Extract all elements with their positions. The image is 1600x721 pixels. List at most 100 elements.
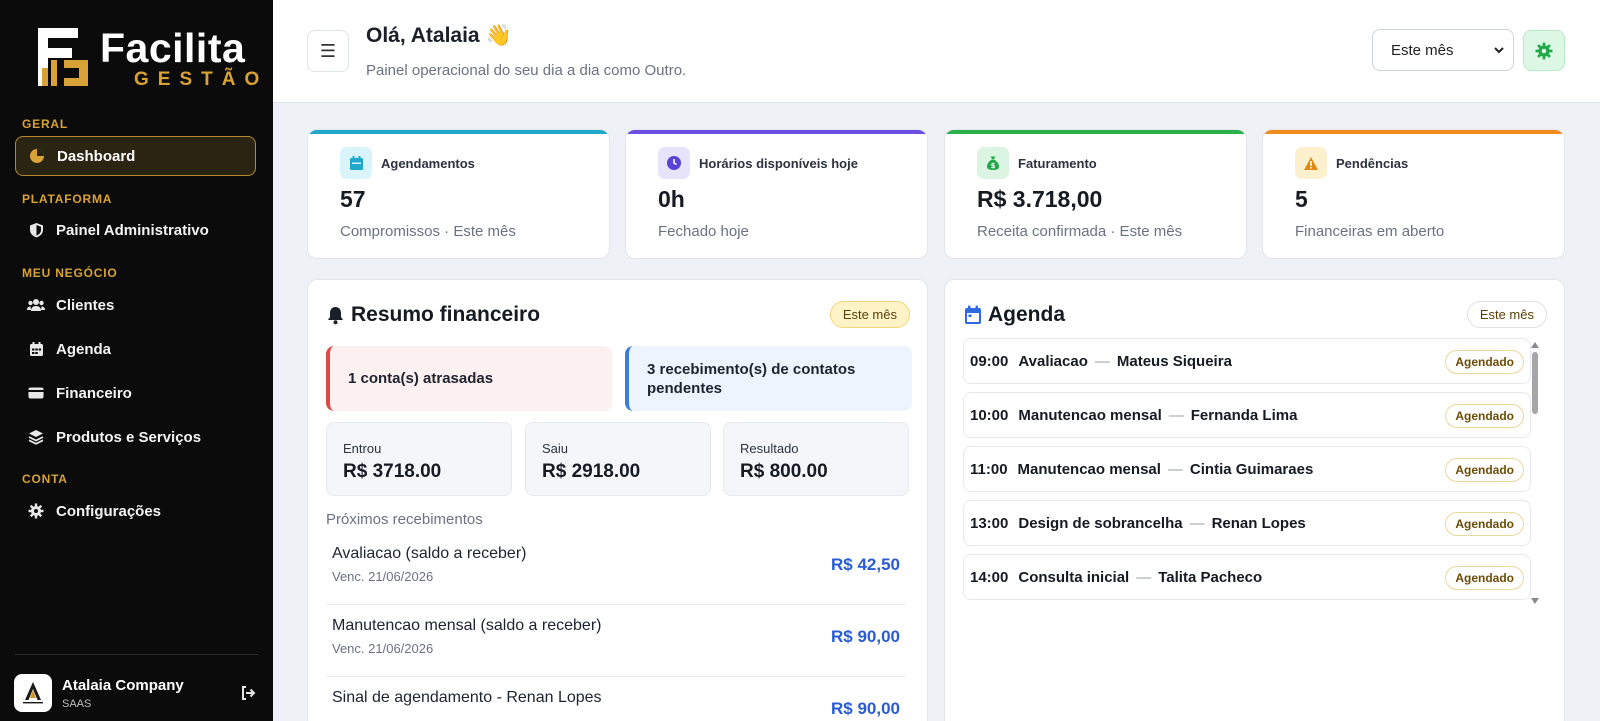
logout-icon[interactable] [238, 683, 258, 703]
stat-label: Horários disponíveis hoje [699, 156, 858, 171]
facilita-logo-icon [38, 28, 88, 86]
stat-subtext: Financeiras em aberto [1295, 223, 1445, 240]
finance-summary-panel: Resumo financeiro Este mês 1 conta(s) at… [307, 279, 928, 721]
agenda-item[interactable]: 11:00 Manutencao mensal — Cintia Guimara… [963, 446, 1531, 492]
stat-value: R$ 3.718,00 [977, 186, 1103, 212]
calendar-icon [27, 340, 45, 358]
svg-text:$: $ [991, 162, 996, 170]
agenda-item[interactable]: 13:00 Design de sobrancelha — Renan Lope… [963, 500, 1531, 546]
agenda-item[interactable]: 14:00 Consulta inicial — Talita Pacheco … [963, 554, 1531, 600]
status-badge: Agendado [1445, 350, 1524, 374]
agenda-service: Design de sobrancelha [1018, 514, 1183, 532]
bell-icon [326, 305, 345, 325]
sidebar-item-financeiro[interactable]: Financeiro [15, 373, 256, 413]
agenda-separator: — [1136, 568, 1152, 586]
brand-logo[interactable]: Facilita GESTÃO [30, 18, 259, 96]
gear-icon [1535, 42, 1553, 59]
agenda-separator: — [1168, 406, 1184, 424]
status-badge: Agendado [1445, 512, 1524, 536]
sidebar-item-agenda[interactable]: Agenda [15, 329, 256, 369]
menu-toggle-button[interactable]: ☰ [307, 30, 349, 72]
calendar-icon [340, 147, 372, 179]
agenda-period-badge: Este mês [1466, 301, 1547, 328]
stat-label: Faturamento [1018, 156, 1097, 171]
agenda-time: 11:00 [970, 460, 1008, 478]
sidebar-item-label: Configurações [56, 502, 162, 520]
period-select-value: Este mês [1391, 41, 1454, 59]
company-card[interactable]: Atalaia Company SAAS [14, 673, 258, 713]
receivable-item[interactable]: Avaliacao (saldo a receber) Venc. 21/06/… [326, 533, 906, 605]
receivable-amount: R$ 42,50 [831, 555, 900, 574]
stat-subtext: Fechado hoje [658, 223, 749, 240]
stat-accent-bar [626, 130, 927, 134]
overdue-alert[interactable]: 1 conta(s) atrasadas [326, 346, 612, 411]
agenda-scrollbar[interactable] [1531, 342, 1539, 604]
entrou-value: R$ 3718.00 [343, 461, 442, 482]
status-badge: Agendado [1445, 404, 1524, 428]
settings-button[interactable] [1523, 30, 1565, 71]
company-name: Atalaia Company [62, 676, 184, 694]
agenda-client: Talita Pacheco [1158, 568, 1263, 586]
stat-card-agendamentos: Agendamentos 57 Compromissos · Este mês [307, 129, 610, 259]
scroll-up-arrow-icon[interactable] [1531, 342, 1539, 348]
receivable-name: Avaliacao (saldo a receber) [332, 545, 527, 562]
sidebar-item-dashboard[interactable]: Dashboard [15, 136, 256, 176]
shield-icon [27, 221, 45, 239]
status-badge: Agendado [1445, 566, 1524, 590]
sidebar-item-label: Produtos e Serviços [56, 428, 202, 446]
agenda-time: 14:00 [970, 568, 1009, 586]
scrollbar-thumb[interactable] [1532, 352, 1538, 414]
section-label-plataforma: PLATAFORMA [22, 192, 113, 206]
stat-card-horarios: Horários disponíveis hoje 0h Fechado hoj… [625, 129, 928, 259]
agenda-time: 13:00 [970, 514, 1009, 532]
sidebar-item-label: Agenda [56, 340, 112, 358]
stat-accent-bar [1263, 130, 1564, 134]
stat-value: 0h [658, 186, 685, 212]
sidebar-item-configuracoes[interactable]: Configurações [15, 491, 256, 531]
scroll-down-arrow-icon[interactable] [1531, 598, 1539, 604]
agenda-client: Renan Lopes [1211, 514, 1306, 532]
period-select[interactable]: Este mês [1372, 29, 1514, 71]
stat-value: 57 [340, 186, 366, 212]
section-label-meu-negocio: MEU NEGÓCIO [22, 266, 118, 280]
money-bag-icon: $ [977, 147, 1009, 179]
saiu-label: Saiu [542, 441, 569, 456]
pie-chart-icon [28, 147, 46, 165]
sidebar-item-clientes[interactable]: Clientes [15, 285, 256, 325]
receivable-amount: R$ 90,00 [831, 627, 900, 646]
receivable-item[interactable]: Manutencao mensal (saldo a receber) Venc… [326, 605, 906, 677]
agenda-time: 10:00 [970, 406, 1009, 424]
agenda-item[interactable]: 10:00 Manutencao mensal — Fernanda Lima … [963, 392, 1531, 438]
section-label-conta: CONTA [22, 472, 68, 486]
sidebar-item-label: Clientes [56, 296, 115, 314]
receivable-name: Sinal de agendamento - Renan Lopes [332, 689, 602, 706]
gear-icon [27, 502, 45, 520]
pending-receipts-alert[interactable]: 3 recebimento(s) de contatos pendentes [625, 346, 912, 411]
agenda-list[interactable]: 09:00 Avaliacao — Mateus Siqueira Agenda… [963, 338, 1549, 608]
wallet-icon [27, 384, 45, 402]
company-plan: SAAS [62, 697, 92, 710]
resultado-label: Resultado [740, 441, 799, 456]
stat-card-pendencias: Pendências 5 Financeiras em aberto [1262, 129, 1565, 259]
status-badge: Agendado [1445, 458, 1524, 482]
sidebar: Facilita GESTÃO GERAL Dashboard PLATAFOR… [0, 0, 273, 721]
chevron-down-icon [1494, 47, 1504, 54]
sidebar-item-label: Dashboard [57, 147, 136, 165]
logo-sub: GESTÃO [134, 69, 269, 90]
clock-icon [658, 147, 690, 179]
agenda-separator: — [1167, 460, 1183, 478]
logo-word: Facilita [100, 25, 246, 71]
agenda-item[interactable]: 09:00 Avaliacao — Mateus Siqueira Agenda… [963, 338, 1531, 384]
agenda-service: Manutencao mensal [1017, 460, 1161, 478]
calendar-icon [964, 305, 982, 325]
agenda-service: Consulta inicial [1018, 568, 1130, 586]
sidebar-item-painel-administrativo[interactable]: Painel Administrativo [15, 210, 256, 250]
stat-subtext: Compromissos · Este mês [340, 223, 516, 240]
stat-accent-bar [945, 130, 1246, 134]
sidebar-item-produtos-servicos[interactable]: Produtos e Serviços [15, 417, 256, 457]
atalaia-logo-icon [23, 682, 43, 704]
agenda-title-text: Agenda [988, 303, 1066, 326]
receivable-item[interactable]: Sinal de agendamento - Renan Lopes R$ 90… [326, 677, 906, 721]
receivable-due: Venc. 21/06/2026 [332, 569, 434, 584]
entrou-label: Entrou [343, 441, 382, 456]
